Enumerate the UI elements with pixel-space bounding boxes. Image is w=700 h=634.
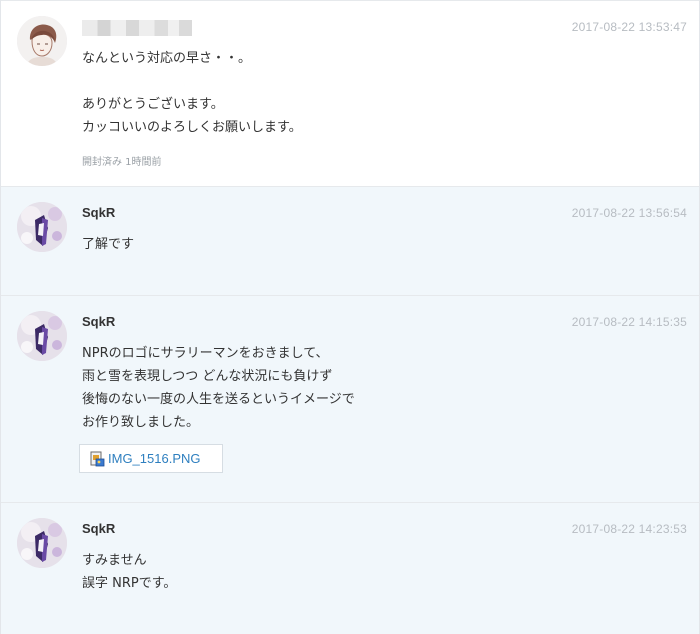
message-body: すみません 誤字 NRPです。 — [82, 549, 672, 595]
message-line: NPRのロゴにサラリーマンをおきまして、 — [82, 346, 329, 361]
message-line: カッコいいのよろしくお願いします。 — [82, 120, 302, 135]
message-line: 誤字 NRPです。 — [82, 576, 177, 591]
message-item: SqkR 2017-08-22 14:23:53 すみません 誤字 NRPです。 — [1, 503, 699, 634]
sender-name[interactable]: SqkR — [82, 521, 115, 536]
message-line: 後悔のない一度の人生を送るというイメージで — [82, 392, 355, 407]
avatar[interactable] — [17, 16, 67, 66]
message-line: なんという対応の早さ・・。 — [82, 51, 252, 66]
message-item: 2017-08-22 13:53:47 なんという対応の早さ・・。 ありがとうご… — [1, 0, 699, 187]
avatar[interactable] — [17, 518, 67, 568]
message-line: 雨と雪を表現しつつ どんな状況にも負けず — [82, 369, 333, 384]
seller-avatar-icon — [17, 518, 67, 568]
message-line: すみません — [82, 553, 147, 568]
message-thread: 2017-08-22 13:53:47 なんという対応の早さ・・。 ありがとうご… — [0, 0, 700, 634]
message-timestamp: 2017-08-22 13:53:47 — [571, 20, 687, 34]
sender-name[interactable]: SqkR — [82, 314, 115, 329]
message-timestamp: 2017-08-22 14:15:35 — [571, 315, 687, 329]
avatar[interactable] — [17, 202, 67, 252]
message-line: 了解です — [82, 237, 135, 252]
message-item: SqkR 2017-08-22 14:15:35 NPRのロゴにサラリーマンをお… — [1, 296, 699, 503]
message-line — [82, 70, 672, 93]
attachment-link[interactable]: IMG_1516.PNG — [79, 444, 223, 473]
message-body: なんという対応の早さ・・。 ありがとうございます。 カッコいいのよろしくお願いし… — [82, 47, 672, 139]
message-timestamp: 2017-08-22 13:56:54 — [571, 206, 687, 220]
message-body: NPRのロゴにサラリーマンをおきまして、 雨と雪を表現しつつ どんな状況にも負け… — [82, 342, 672, 434]
sender-name-redacted — [82, 20, 192, 36]
message-body: 了解です — [82, 233, 672, 256]
sender-name[interactable]: SqkR — [82, 205, 115, 220]
seller-avatar-icon — [17, 311, 67, 361]
message-timestamp: 2017-08-22 14:23:53 — [571, 522, 687, 536]
user-avatar-icon — [17, 16, 67, 66]
seller-avatar-icon — [17, 202, 67, 252]
message-line: お作り致しました。 — [82, 415, 200, 430]
attachment-filename[interactable]: IMG_1516.PNG — [108, 451, 201, 466]
image-file-icon — [90, 451, 105, 466]
message-line: ありがとうございます。 — [82, 97, 224, 112]
message-item: SqkR 2017-08-22 13:56:54 了解です — [1, 187, 699, 296]
read-status: 開封済み 1時間前 — [82, 157, 162, 168]
avatar[interactable] — [17, 311, 67, 361]
